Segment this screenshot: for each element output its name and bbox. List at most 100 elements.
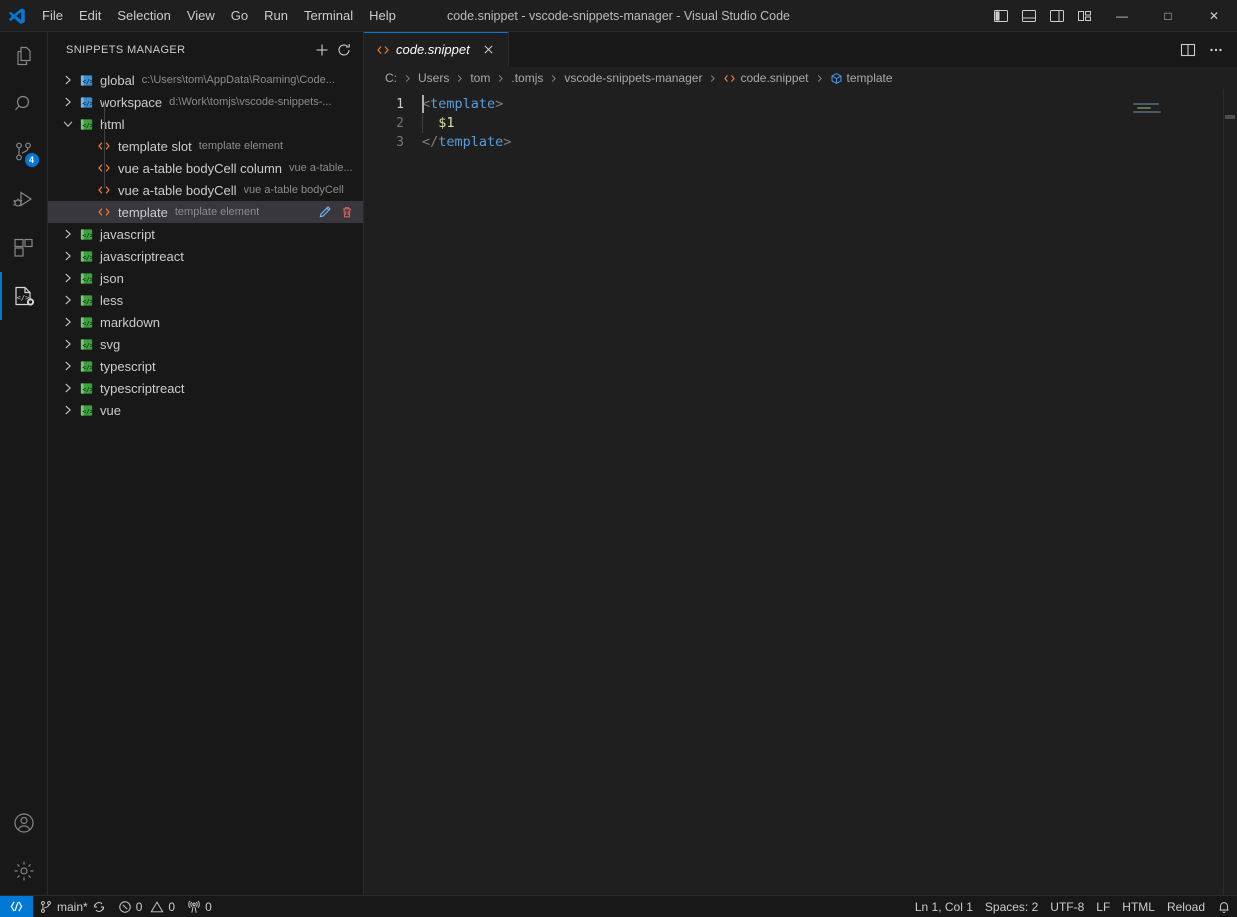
delete-snippet-button[interactable]: [339, 204, 355, 220]
scrollbar-thumb[interactable]: [1225, 115, 1235, 119]
snippet-folder-icon: </>: [76, 359, 96, 374]
error-count: 0: [135, 899, 143, 914]
tree-item-markdown[interactable]: </> markdown: [48, 311, 363, 333]
tree-item-vue-a-table-bodycell-column[interactable]: vue a-table bodyCell column vue a-table..…: [48, 157, 363, 179]
chevron-right-icon[interactable]: [60, 267, 76, 289]
vscode-logo-icon: [0, 7, 34, 25]
breadcrumb-item-code-snippet[interactable]: code.snippet: [721, 71, 810, 85]
code-text[interactable]: <template> $1 </template>: [422, 89, 1237, 895]
tree-item-template-slot[interactable]: template slot template element: [48, 135, 363, 157]
refresh-button[interactable]: [333, 39, 355, 61]
primary-sidebar-icon[interactable]: [987, 0, 1015, 31]
chevron-right-icon[interactable]: [60, 399, 76, 421]
breadcrumb-item-vscode-snippets-manager[interactable]: vscode-snippets-manager: [562, 71, 704, 85]
chevron-right-icon[interactable]: [60, 377, 76, 399]
new-snippet-button[interactable]: [311, 39, 333, 61]
breadcrumb-item-template[interactable]: template: [828, 71, 895, 85]
eol-status[interactable]: LF: [1090, 896, 1116, 917]
menu-view[interactable]: View: [179, 0, 223, 31]
chevron-right-icon[interactable]: [60, 245, 76, 267]
chevron-right-icon[interactable]: [60, 223, 76, 245]
chevron-right-icon[interactable]: [60, 333, 76, 355]
breadcrumb-item-tom[interactable]: tom: [468, 71, 492, 85]
notifications-bell[interactable]: [1211, 896, 1237, 917]
encoding-status[interactable]: UTF-8: [1044, 896, 1090, 917]
code-token-tag: template: [438, 134, 504, 150]
activity-item-settings[interactable]: [0, 847, 48, 895]
menu-file[interactable]: File: [34, 0, 71, 31]
tree-item-global[interactable]: </> global c:\Users\tom\AppData\Roaming\Co…: [48, 69, 363, 91]
breadcrumb-item-c[interactable]: C:: [383, 71, 399, 85]
minimap[interactable]: [1127, 89, 1223, 895]
tree-item-label: javascript: [100, 226, 155, 242]
code-line[interactable]: $1: [422, 114, 1237, 133]
code-tag-icon: [723, 72, 736, 85]
activity-item-source-control[interactable]: 4: [0, 128, 48, 176]
menu-help[interactable]: Help: [361, 0, 404, 31]
activity-item-run-and-debug[interactable]: [0, 176, 48, 224]
code-line[interactable]: <template>: [422, 95, 1237, 114]
secondary-sidebar-icon[interactable]: [1043, 0, 1071, 31]
split-editor-right-button[interactable]: [1175, 37, 1201, 63]
chevron-right-icon[interactable]: [60, 311, 76, 333]
tree-item-workspace[interactable]: </> workspace d:\Work\tomjs\vscode-snippet…: [48, 91, 363, 113]
tree-item-html[interactable]: </> html: [48, 113, 363, 135]
chevron-right-icon[interactable]: [60, 91, 76, 113]
code-line[interactable]: </template>: [422, 133, 1237, 152]
tree-item-typescript[interactable]: </> typescript: [48, 355, 363, 377]
editor-scrollbar[interactable]: [1223, 89, 1237, 895]
menu-terminal[interactable]: Terminal: [296, 0, 361, 31]
indentation-status[interactable]: Spaces: 2: [979, 896, 1044, 917]
activity-item-snippets-manager[interactable]: </>: [0, 272, 48, 320]
activity-item-extensions[interactable]: [0, 224, 48, 272]
remote-icon: [9, 899, 24, 914]
activity-item-search[interactable]: [0, 80, 48, 128]
tree-item-vue[interactable]: </> vue: [48, 399, 363, 421]
titlebar-controls: — □ ✕: [987, 0, 1237, 31]
breadcrumb-item-users[interactable]: Users: [416, 71, 451, 85]
language-mode-status[interactable]: HTML: [1116, 896, 1161, 917]
edit-snippet-button[interactable]: [317, 204, 333, 220]
chevron-right-icon[interactable]: [60, 355, 76, 377]
chevron-right-icon[interactable]: [60, 69, 76, 91]
breadcrumb-item-tomjs[interactable]: .tomjs: [509, 71, 545, 85]
more-actions-button[interactable]: [1203, 37, 1229, 63]
tree-item-vue-a-table-bodycell[interactable]: vue a-table bodyCell vue a-table bodyCell: [48, 179, 363, 201]
menu-selection[interactable]: Selection: [109, 0, 178, 31]
problems-status[interactable]: 0 0: [112, 896, 181, 917]
close-icon[interactable]: [480, 41, 498, 59]
tree-item-javascriptreact[interactable]: </> javascriptreact: [48, 245, 363, 267]
close-button[interactable]: ✕: [1191, 0, 1237, 31]
line-number: 3: [396, 135, 404, 150]
minimize-button[interactable]: —: [1099, 0, 1145, 31]
menu-edit[interactable]: Edit: [71, 0, 109, 31]
editor-tabs-bar: code.snippet: [364, 32, 1237, 67]
ports-status[interactable]: 0: [181, 896, 218, 917]
snippet-folder-icon: </>: [76, 271, 96, 286]
cursor-position[interactable]: Ln 1, Col 1: [909, 896, 979, 917]
chevron-down-icon[interactable]: [60, 113, 76, 135]
menu-go[interactable]: Go: [223, 0, 256, 31]
branch-status[interactable]: main*: [33, 896, 112, 917]
search-icon: [12, 92, 36, 116]
activity-item-explorer[interactable]: [0, 32, 48, 80]
tree-item-less[interactable]: </> less: [48, 289, 363, 311]
menu-run[interactable]: Run: [256, 0, 296, 31]
tree-item-label: markdown: [100, 314, 160, 330]
tree-item-json[interactable]: </> json: [48, 267, 363, 289]
maximize-button[interactable]: □: [1145, 0, 1191, 31]
reload-action[interactable]: Reload: [1161, 896, 1211, 917]
tree-item-javascript[interactable]: </> javascript: [48, 223, 363, 245]
editor-content[interactable]: 123 <template> $1 </template>: [364, 89, 1237, 895]
activity-item-accounts[interactable]: [0, 799, 48, 847]
remote-indicator[interactable]: [0, 896, 33, 917]
svg-text:</>: </>: [82, 364, 93, 371]
chevron-right-icon[interactable]: [60, 289, 76, 311]
tree-item-template[interactable]: template template element: [48, 201, 363, 223]
tree-item-svg[interactable]: </> svg: [48, 333, 363, 355]
tree-item-typescriptreact[interactable]: </> typescriptreact: [48, 377, 363, 399]
layout-grid-icon[interactable]: [1071, 0, 1099, 31]
tab-code-snippet[interactable]: code.snippet: [364, 32, 509, 67]
panel-icon[interactable]: [1015, 0, 1043, 31]
